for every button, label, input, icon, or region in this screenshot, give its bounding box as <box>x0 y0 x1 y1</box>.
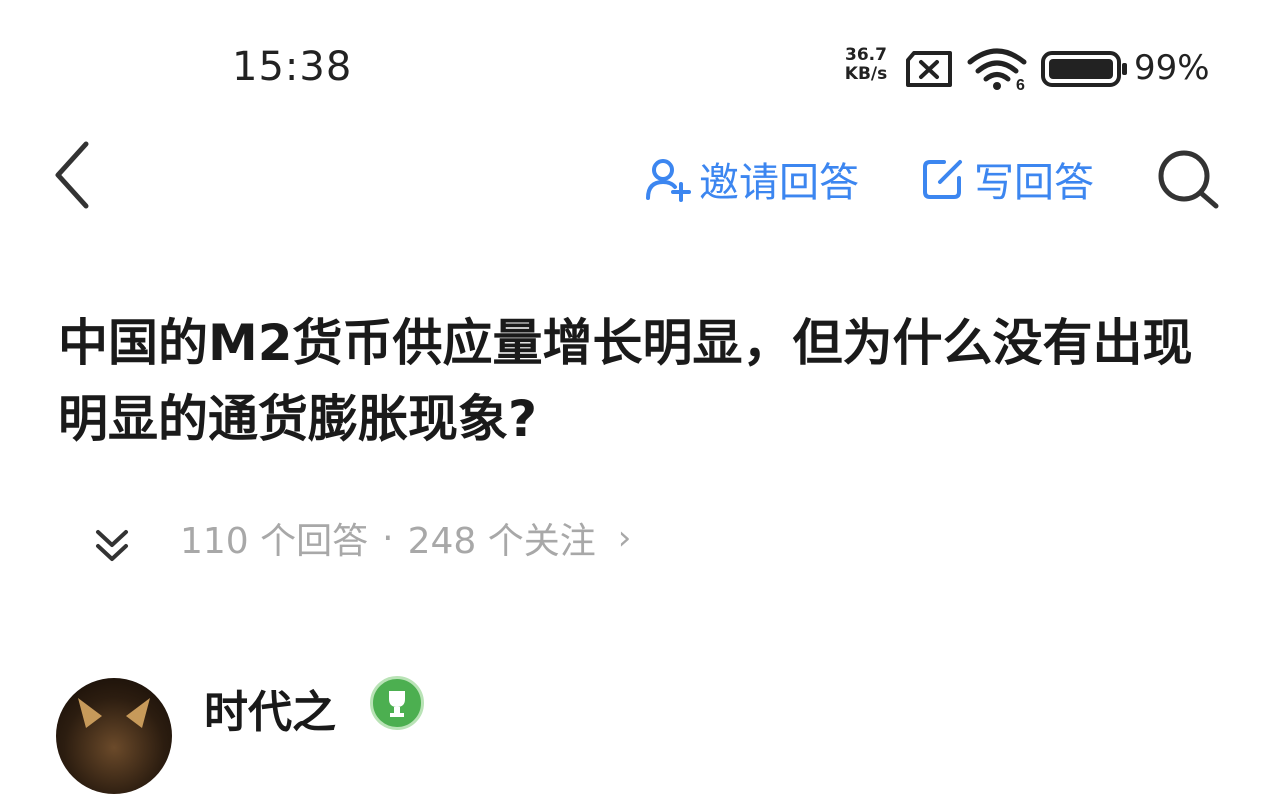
stats-separator: · <box>382 517 394 559</box>
wifi-generation-label: 6 <box>1016 77 1025 92</box>
search-icon[interactable] <box>1156 148 1222 210</box>
answers-count: 110 个回答 <box>180 521 369 562</box>
chevron-right-icon: › <box>617 518 632 558</box>
wifi-icon: 6 <box>967 48 1027 92</box>
write-answer-label: 写回答 <box>974 160 1094 206</box>
question-title: 中国的M2货币供应量增长明显，但为什么没有出现明显的通货膨胀现象? <box>58 314 1193 448</box>
network-speed-value: 36.7 <box>845 45 887 65</box>
invite-user-icon <box>646 159 691 202</box>
follows-count: 248 个关注 <box>407 521 596 562</box>
invite-answer-button[interactable]: 邀请回答 <box>645 150 859 208</box>
back-icon[interactable] <box>50 140 94 210</box>
battery-icon <box>1041 51 1127 87</box>
question-stats-link[interactable]: 110 个回答 · 248 个关注 › <box>180 512 631 564</box>
write-answer-button[interactable]: 写回答 <box>920 150 1094 208</box>
invite-answer-label: 邀请回答 <box>699 160 859 206</box>
expand-icon[interactable] <box>92 526 132 566</box>
sim-disabled-icon <box>906 51 952 87</box>
trophy-badge-icon <box>370 676 424 730</box>
edit-icon <box>923 160 962 199</box>
battery-percentage: 99% <box>1134 48 1210 88</box>
network-speed: 36.7 KB/s <box>836 46 896 84</box>
network-speed-unit: KB/s <box>844 64 888 84</box>
status-time: 15:38 <box>232 44 353 90</box>
avatar[interactable] <box>56 678 172 794</box>
author-name[interactable]: 时代之 <box>204 676 336 740</box>
